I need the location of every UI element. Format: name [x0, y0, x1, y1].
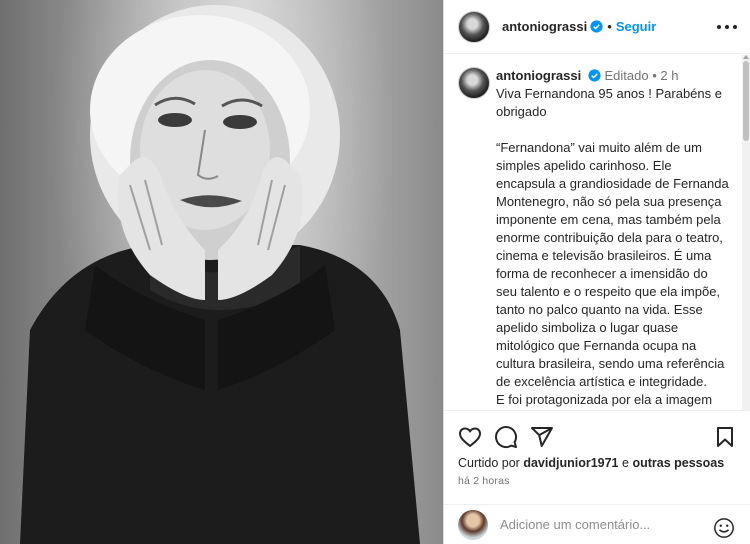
scroll-up-arrow-icon[interactable]	[743, 55, 749, 59]
separator-dot: •	[607, 19, 612, 34]
smiley-icon[interactable]	[713, 517, 735, 539]
caption-paragraph2: E foi protagonizada por ela a imagem que…	[496, 392, 713, 407]
caption-author-avatar[interactable]	[458, 67, 490, 99]
verified-badge-icon	[588, 69, 601, 82]
post-photo[interactable]	[0, 0, 443, 544]
liker-username[interactable]: davidjunior1971	[523, 456, 618, 470]
heart-icon[interactable]	[458, 425, 482, 449]
scrollbar-thumb[interactable]	[743, 61, 749, 141]
comment-bar	[444, 504, 750, 544]
likes-conjunction: e	[622, 456, 629, 470]
comment-input[interactable]	[500, 517, 700, 532]
bookmark-icon[interactable]	[713, 425, 737, 449]
author-avatar[interactable]	[458, 10, 490, 43]
viewer-avatar[interactable]	[458, 509, 488, 540]
likes-summary: Curtido por davidjunior1971 e outras pes…	[458, 456, 724, 470]
more-options-icon[interactable]	[717, 18, 737, 36]
caption-line1: Viva Fernandona 95 anos ! Parabéns e obr…	[496, 86, 722, 119]
post-side-panel: antoniograssi • Seguir antoniograssi Edi…	[443, 0, 750, 544]
post-dialog: antoniograssi • Seguir antoniograssi Edi…	[0, 0, 750, 544]
follow-button[interactable]: Seguir	[616, 19, 656, 34]
comment-icon[interactable]	[494, 425, 518, 449]
caption-paragraph: “Fernandona” vai muito além de um simple…	[496, 140, 729, 389]
likes-others-link[interactable]: outras pessoas	[632, 456, 724, 470]
caption-username[interactable]: antoniograssi	[496, 68, 581, 83]
caption-scrollbar[interactable]	[742, 55, 750, 410]
caption-area: antoniograssi Editado • 2 h Viva Fernand…	[444, 55, 750, 410]
meta-separator: •	[652, 68, 657, 83]
verified-badge-icon	[590, 20, 603, 33]
author-username[interactable]: antoniograssi	[502, 19, 587, 34]
likes-prefix: Curtido por	[458, 456, 520, 470]
paper-plane-icon[interactable]	[530, 425, 554, 449]
post-age: 2 h	[660, 68, 679, 83]
post-header: antoniograssi • Seguir	[444, 0, 750, 54]
post-timestamp[interactable]: há 2 horas	[458, 475, 510, 487]
portrait-illustration	[20, 5, 420, 544]
action-bar	[444, 410, 750, 460]
edited-label: Editado	[604, 68, 649, 83]
caption-text: antoniograssi Editado • 2 h Viva Fernand…	[496, 67, 731, 410]
